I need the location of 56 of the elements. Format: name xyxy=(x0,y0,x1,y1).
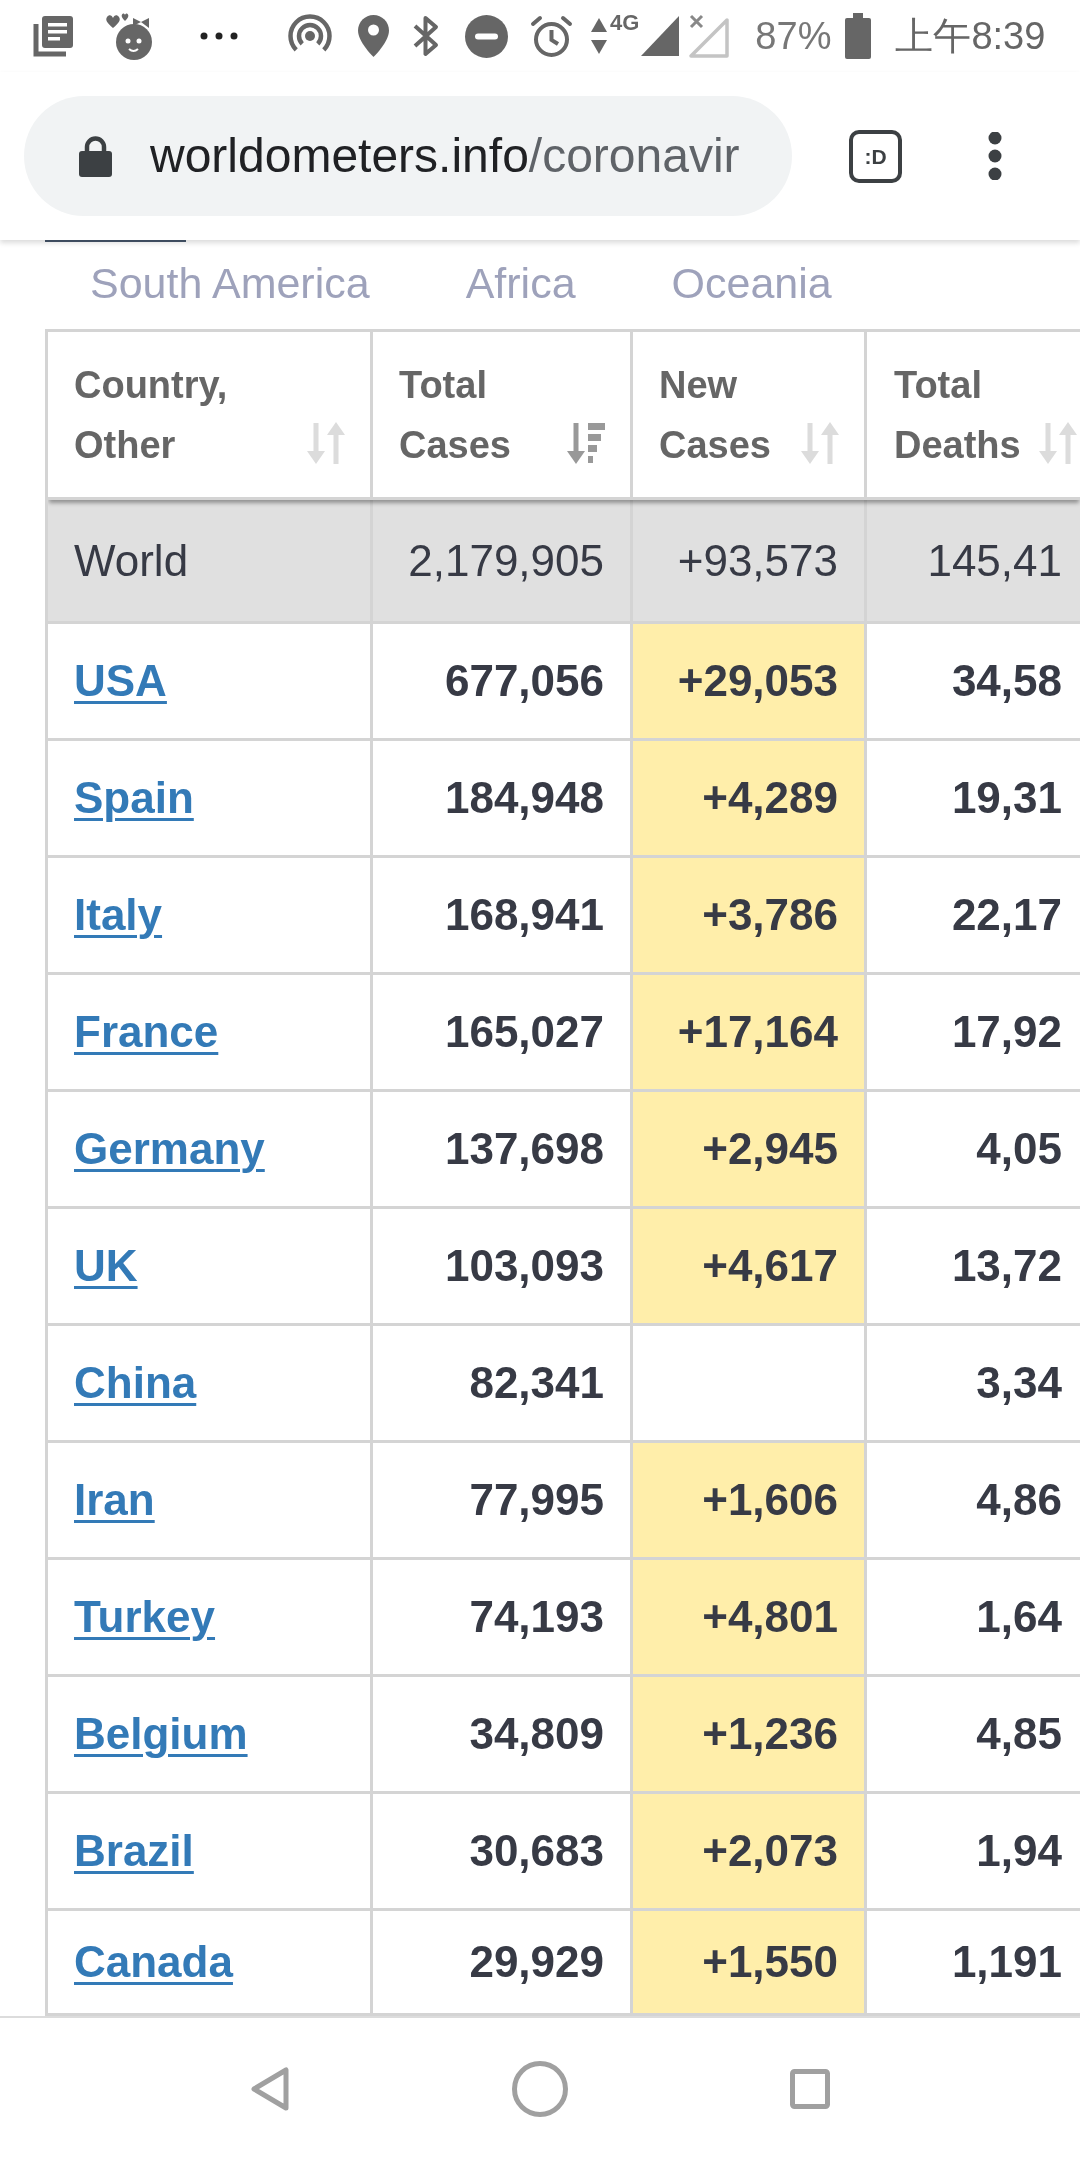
column-header[interactable]: Total Cases xyxy=(373,332,633,500)
new-cases-cell: +3,786 xyxy=(633,858,867,975)
recents-icon[interactable] xyxy=(790,2069,830,2109)
new-cases-cell: +4,289 xyxy=(633,741,867,858)
country-link[interactable]: UK xyxy=(74,1239,138,1293)
back-icon[interactable] xyxy=(250,2067,290,2111)
region-tab[interactable]: Oceania xyxy=(623,254,880,317)
alarm-clock-icon xyxy=(530,14,573,58)
location-pin-icon xyxy=(358,15,389,57)
column-header[interactable]: Total Deaths xyxy=(867,332,1080,500)
new-cases-cell: +4,617 xyxy=(633,1209,867,1326)
more-menu-icon[interactable] xyxy=(988,132,1002,180)
new-cases-cell: +2,945 xyxy=(633,1092,867,1209)
column-header[interactable]: New Cases xyxy=(633,332,867,500)
country-link[interactable]: France xyxy=(74,1005,219,1059)
new-cases-cell: +1,236 xyxy=(633,1677,867,1794)
cartoon-face-icon xyxy=(103,12,155,60)
clock-time: 上午8:39 xyxy=(895,17,1046,55)
sort-descending-icon[interactable] xyxy=(566,421,606,465)
new-cases-cell: +4,801 xyxy=(633,1560,867,1677)
network-type-label: 4G xyxy=(610,12,640,34)
country-link[interactable]: China xyxy=(74,1356,197,1410)
battery-icon xyxy=(845,13,872,59)
country-link[interactable]: Brazil xyxy=(74,1824,194,1878)
more-dots-icon xyxy=(200,32,238,40)
signal-icon xyxy=(641,16,680,56)
new-cases-cell: +2,073 xyxy=(633,1794,867,1911)
country-link[interactable]: Canada xyxy=(74,1935,233,1989)
data-arrows-icon xyxy=(591,18,607,54)
country-link[interactable]: Belgium xyxy=(74,1707,248,1761)
new-cases-cell: +1,550 xyxy=(633,1911,867,2016)
lock-icon xyxy=(79,135,112,177)
country-link[interactable]: Turkey xyxy=(74,1590,216,1644)
new-cases-cell: +29,053 xyxy=(633,624,867,741)
news-icon xyxy=(33,15,74,57)
region-tab[interactable]: South America xyxy=(42,254,418,317)
column-header[interactable]: Country, Other xyxy=(48,332,373,500)
country-link[interactable]: USA xyxy=(74,654,167,708)
url-text: worldometers.info/coronavir xyxy=(150,128,740,185)
new-cases-cell: +1,606 xyxy=(633,1443,867,1560)
region-tab[interactable]: Africa xyxy=(417,254,624,317)
country-link[interactable]: Iran xyxy=(74,1473,155,1527)
battery-percent: 87% xyxy=(755,17,832,55)
do-not-disturb-icon xyxy=(465,14,508,58)
sort-icon[interactable] xyxy=(306,421,346,465)
sort-icon[interactable] xyxy=(1038,421,1078,465)
country-link[interactable]: Germany xyxy=(74,1122,265,1176)
country-link[interactable]: Italy xyxy=(74,888,163,942)
new-cases-cell: +17,164 xyxy=(633,975,867,1092)
sort-icon[interactable] xyxy=(800,421,840,465)
no-signal-icon xyxy=(688,14,730,58)
country-link[interactable]: Spain xyxy=(74,771,194,825)
bluetooth-icon xyxy=(412,15,439,57)
home-icon[interactable] xyxy=(512,2061,568,2117)
tab-switcher-button[interactable]: :D xyxy=(849,129,902,183)
address-bar[interactable]: worldometers.info/coronavir xyxy=(24,96,792,216)
